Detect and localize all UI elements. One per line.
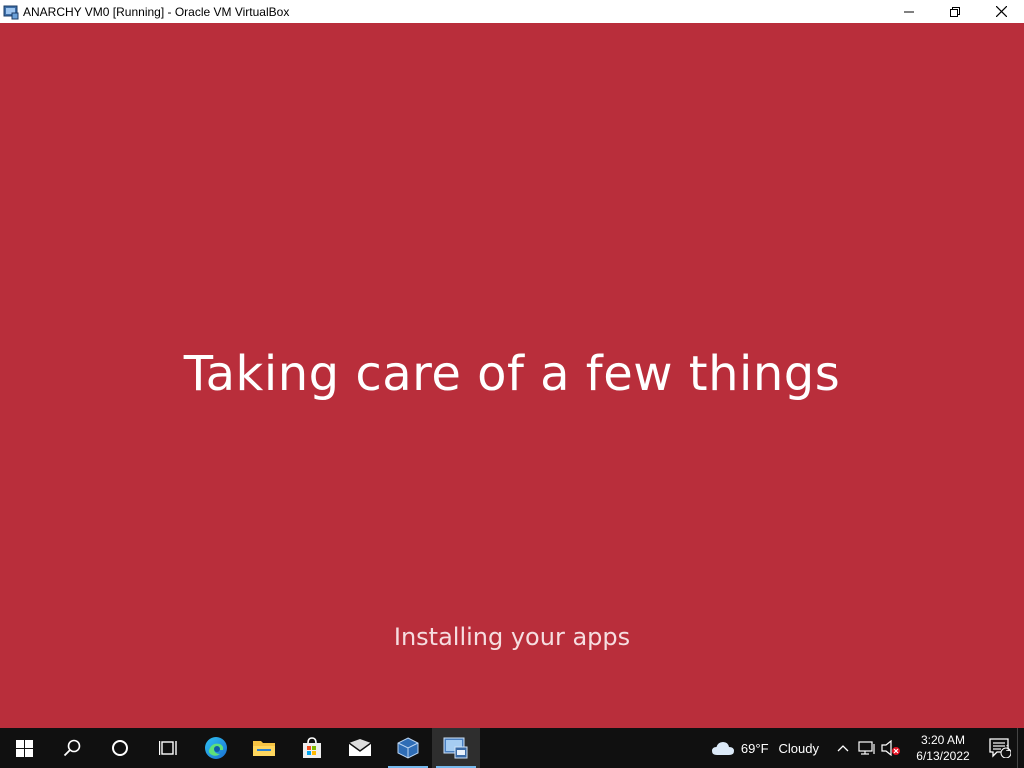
network-icon: [858, 741, 875, 755]
start-button[interactable]: [0, 728, 48, 768]
taskbar: 69°F Cloudy 3:20 AM 6/13/2022 1: [0, 728, 1024, 768]
folder-icon: [253, 741, 275, 756]
weather-condition: Cloudy: [778, 740, 819, 756]
virtualbox-vm-icon: [443, 737, 468, 759]
vm-display[interactable]: Taking care of a few things Installing y…: [0, 23, 1024, 728]
mail-button[interactable]: [336, 728, 384, 768]
virtualbox-vm-icon[interactable]: [3, 4, 19, 20]
window-titlebar[interactable]: ANARCHY VM0 [Running] - Oracle VM Virtua…: [0, 0, 1024, 23]
minimize-icon: [904, 11, 914, 12]
close-icon: [995, 6, 1007, 17]
virtualbox-cube-icon: [397, 737, 419, 759]
show-desktop-button[interactable]: [1017, 728, 1024, 768]
virtualbox-manager-button[interactable]: [384, 728, 432, 768]
close-button[interactable]: [978, 0, 1024, 23]
clock-time: 3:20 AM: [920, 733, 966, 747]
clock-date: 6/13/2022: [916, 749, 970, 763]
window-title: ANARCHY VM0 [Running] - Oracle VM Virtua…: [23, 4, 290, 19]
chevron-up-icon: [837, 745, 849, 752]
edge-icon: [205, 737, 227, 759]
action-center-button[interactable]: 1: [983, 728, 1017, 768]
clock[interactable]: 3:20 AM 6/13/2022: [907, 732, 979, 764]
oobe-headline: Taking care of a few things: [183, 346, 841, 402]
system-tray: 69°F Cloudy 3:20 AM 6/13/2022 1: [711, 728, 1024, 768]
network-button[interactable]: [855, 728, 879, 768]
restore-button[interactable]: [932, 0, 978, 23]
minimize-button[interactable]: [886, 0, 932, 23]
search-icon: [63, 739, 81, 757]
task-view-button[interactable]: [144, 728, 192, 768]
oobe-status: Installing your apps: [393, 623, 631, 651]
edge-button[interactable]: [192, 728, 240, 768]
notification-count: 1: [1005, 743, 1011, 753]
cortana-circle-icon: [112, 740, 128, 756]
store-button[interactable]: [288, 728, 336, 768]
volume-muted-icon: [881, 740, 900, 756]
windows-logo-icon: [15, 739, 33, 757]
file-explorer-button[interactable]: [240, 728, 288, 768]
vm-window-button[interactable]: [432, 728, 480, 768]
weather-widget[interactable]: 69°F Cloudy: [711, 740, 819, 756]
search-button[interactable]: [48, 728, 96, 768]
restore-icon: [950, 6, 960, 17]
task-view-icon: [159, 741, 177, 755]
volume-button[interactable]: [879, 728, 903, 768]
store-bag-icon: [303, 737, 321, 758]
cortana-button[interactable]: [96, 728, 144, 768]
window-controls: [886, 0, 1024, 23]
cloud-icon: [711, 742, 734, 755]
show-hidden-icons-button[interactable]: [831, 728, 855, 768]
weather-temperature: 69°F: [740, 740, 769, 756]
mail-icon: [348, 739, 372, 756]
